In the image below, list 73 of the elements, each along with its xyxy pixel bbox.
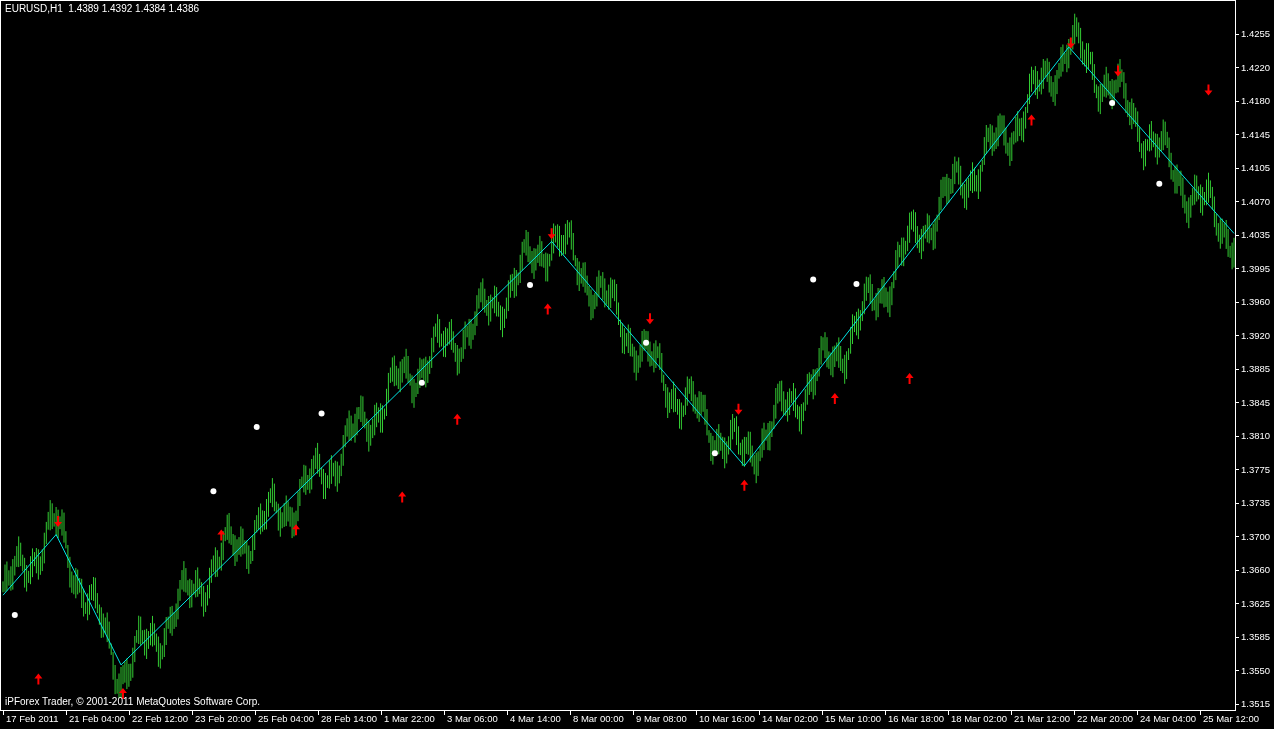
- price-axis-label: 1.3810: [1241, 430, 1271, 442]
- time-axis-label: 18 Mar 02:00: [951, 713, 1007, 725]
- dot-marker: [853, 281, 860, 288]
- down-arrow-icon: [54, 515, 63, 527]
- time-axis-label: 24 Mar 04:00: [1140, 713, 1196, 725]
- symbol-header: EURUSD,H1 1.4389 1.4392 1.4384 1.4386: [5, 4, 200, 14]
- time-axis-label: 22 Feb 12:00: [132, 713, 188, 725]
- copyright-text: iPForex Trader, © 2001-2011 MetaQuotes Software Corp.: [5, 697, 261, 707]
- price-axis-label: 1.3550: [1241, 664, 1271, 677]
- dot-marker: [253, 423, 260, 430]
- price-axis-label: 1.3960: [1241, 296, 1271, 308]
- up-arrow-icon: [543, 303, 552, 315]
- dot-marker: [210, 488, 217, 495]
- price-axis-label: 1.3735: [1241, 497, 1271, 509]
- time-axis-label: 8 Mar 00:00: [573, 713, 624, 725]
- price-axis-label: 1.4070: [1241, 195, 1271, 208]
- price-axis-label: 1.3625: [1241, 597, 1271, 610]
- time-axis-label: 1 Mar 22:00: [384, 713, 435, 725]
- price-axis-label: 1.3660: [1241, 564, 1271, 576]
- time-axis-label: 22 Mar 20:00: [1077, 713, 1133, 725]
- price-axis-label: 1.3995: [1241, 262, 1271, 275]
- time-axis-label: 21 Mar 12:00: [1014, 713, 1070, 725]
- dot-marker: [1109, 100, 1116, 107]
- price-axis-label: 1.3775: [1241, 463, 1271, 476]
- time-axis-label: 21 Feb 04:00: [69, 713, 125, 725]
- time-axis-label: 25 Mar 12:00: [1203, 713, 1259, 725]
- price-axis-label: 1.3845: [1241, 396, 1271, 409]
- price-axis-label: 1.4035: [1241, 229, 1271, 241]
- price-axis-label: 1.4105: [1241, 162, 1271, 174]
- up-arrow-icon: [905, 373, 914, 385]
- down-arrow-icon: [1066, 37, 1075, 49]
- up-arrow-icon: [1027, 114, 1036, 126]
- time-axis-label: 10 Mar 16:00: [699, 713, 755, 725]
- price-axis-label: 1.4145: [1241, 128, 1271, 141]
- price-axis-label: 1.4220: [1241, 61, 1271, 74]
- down-arrow-icon: [1114, 65, 1122, 77]
- price-axis-label: 1.4180: [1241, 95, 1271, 107]
- price-axis-label: 1.3585: [1241, 631, 1271, 643]
- time-axis-label: 9 Mar 08:00: [636, 713, 687, 725]
- up-arrow-icon: [398, 491, 407, 503]
- time-axis-label: 17 Feb 2011: [6, 713, 59, 725]
- time-axis-label: 15 Mar 10:00: [825, 713, 881, 725]
- price-axis-label: 1.4255: [1241, 28, 1271, 40]
- time-axis-label: 3 Mar 06:00: [447, 713, 498, 725]
- dot-marker: [318, 410, 325, 417]
- price-axis-label: 1.3885: [1241, 363, 1271, 375]
- time-axis-label: 28 Feb 14:00: [321, 713, 377, 725]
- time-axis-label: 4 Mar 14:00: [510, 713, 561, 725]
- time-axis-label: 16 Mar 18:00: [888, 713, 944, 725]
- up-arrow-icon: [830, 393, 839, 404]
- dot-marker: [1156, 180, 1163, 187]
- price-axis-label: 1.3700: [1241, 530, 1271, 543]
- dot-marker: [527, 281, 533, 288]
- price-axis-label: 1.3920: [1241, 329, 1271, 342]
- down-arrow-icon: [734, 403, 743, 415]
- time-axis-label: 23 Feb 20:00: [195, 713, 251, 725]
- time-axis-label: 25 Feb 04:00: [258, 713, 314, 725]
- down-arrow-icon: [1204, 84, 1213, 96]
- down-arrow-icon: [646, 313, 654, 325]
- up-arrow-icon: [453, 413, 462, 425]
- dot-marker: [11, 612, 18, 619]
- up-arrow-icon: [292, 524, 300, 536]
- time-axis-label: 14 Mar 02:00: [762, 713, 818, 725]
- price-axis-label: 1.3515: [1241, 698, 1271, 710]
- down-arrow-icon: [547, 228, 556, 240]
- dot-marker: [418, 379, 425, 386]
- up-arrow-icon: [740, 479, 749, 491]
- dot-marker: [643, 339, 650, 346]
- up-arrow-icon: [118, 687, 127, 699]
- dot-marker: [810, 276, 817, 283]
- up-arrow-icon: [34, 673, 43, 685]
- dot-marker: [711, 450, 718, 457]
- up-arrow-icon: [217, 529, 226, 541]
